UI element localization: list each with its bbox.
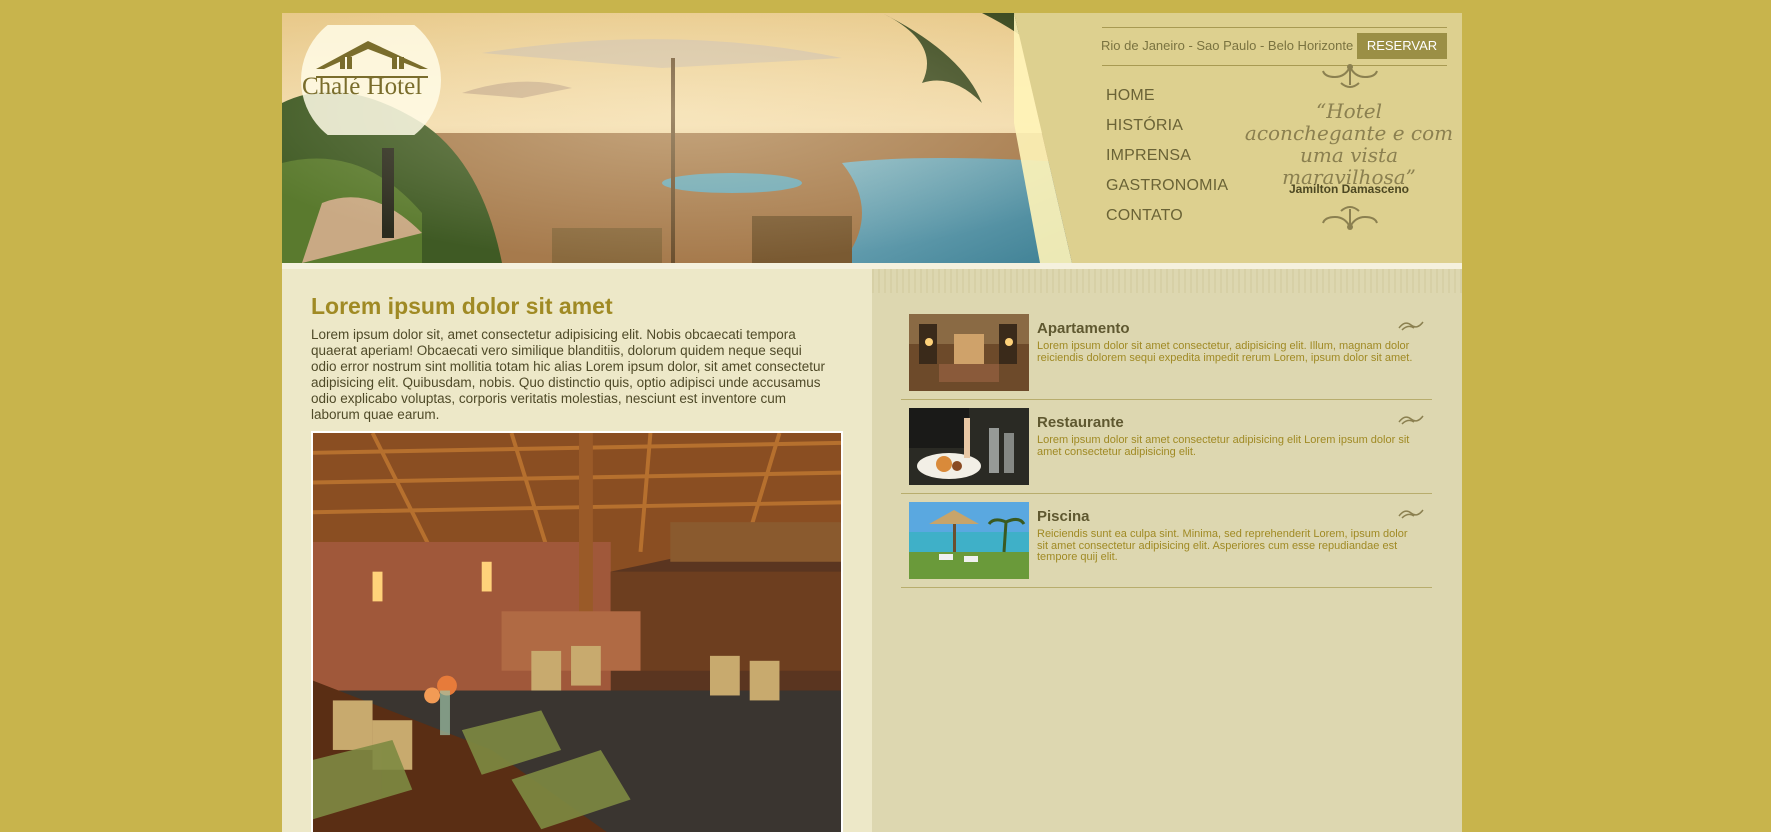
nav-item-imprensa[interactable]: IMPRENSA — [1106, 141, 1228, 171]
flourish-icon — [1398, 415, 1424, 425]
restaurant-interior-image — [311, 431, 843, 832]
card-piscina[interactable]: Piscina Reiciendis sunt ea culpa sint. M… — [901, 494, 1432, 588]
card-apartamento[interactable]: Apartamento Lorem ipsum dolor sit amet c… — [901, 306, 1432, 400]
sidebar-pattern — [872, 269, 1462, 293]
ornament-top-icon — [1322, 64, 1378, 88]
main-nav: HOME HISTÓRIA IMPRENSA GASTRONOMIA CONTA… — [1106, 81, 1228, 231]
testimonial-quote: “Hotel aconchegante e com uma vista mara… — [1244, 99, 1454, 189]
card-restaurante[interactable]: Restaurante Lorem ipsum dolor sit amet c… — [901, 400, 1432, 494]
reserve-button[interactable]: RESERVAR — [1357, 33, 1447, 59]
page: Chalé Hotel Rio de Janeiro - Sao Paulo -… — [282, 13, 1462, 832]
hotel-logo-text: Chalé Hotel — [302, 73, 423, 100]
testimonial-author: Jamilton Damasceno — [1288, 182, 1410, 196]
cities-text: Rio de Janeiro - Sao Paulo - Belo Horizo… — [1101, 38, 1354, 53]
header: Chalé Hotel Rio de Janeiro - Sao Paulo -… — [282, 13, 1462, 263]
nav-item-home[interactable]: HOME — [1106, 81, 1228, 111]
nav-item-gastronomia[interactable]: GASTRONOMIA — [1106, 171, 1228, 201]
card-title: Piscina — [1037, 508, 1090, 525]
card-text: Lorem ipsum dolor sit amet consectetur, … — [1037, 340, 1413, 364]
card-text: Lorem ipsum dolor sit amet consectetur a… — [1037, 434, 1410, 458]
apartamento-image — [909, 314, 1029, 391]
header-divider-bottom — [1102, 65, 1447, 66]
nav-item-historia[interactable]: HISTÓRIA — [1106, 111, 1228, 141]
restaurante-image — [909, 408, 1029, 485]
nav-item-contato[interactable]: CONTATO — [1106, 201, 1228, 231]
card-title: Apartamento — [1037, 320, 1130, 337]
main-title: Lorem ipsum dolor sit amet — [311, 293, 613, 319]
header-divider-top — [1102, 27, 1447, 28]
main-paragraph: Lorem ipsum dolor sit, amet consectetur … — [311, 327, 825, 422]
flourish-icon — [1398, 509, 1424, 519]
piscina-image — [909, 502, 1029, 579]
sidebar: Apartamento Lorem ipsum dolor sit amet c… — [872, 269, 1462, 832]
flourish-icon — [1398, 321, 1424, 331]
main-content: Lorem ipsum dolor sit amet Lorem ipsum d… — [282, 269, 872, 832]
card-text: Reiciendis sunt ea culpa sint. Minima, s… — [1037, 528, 1408, 563]
card-title: Restaurante — [1037, 414, 1124, 431]
ornament-bottom-icon — [1322, 206, 1378, 230]
